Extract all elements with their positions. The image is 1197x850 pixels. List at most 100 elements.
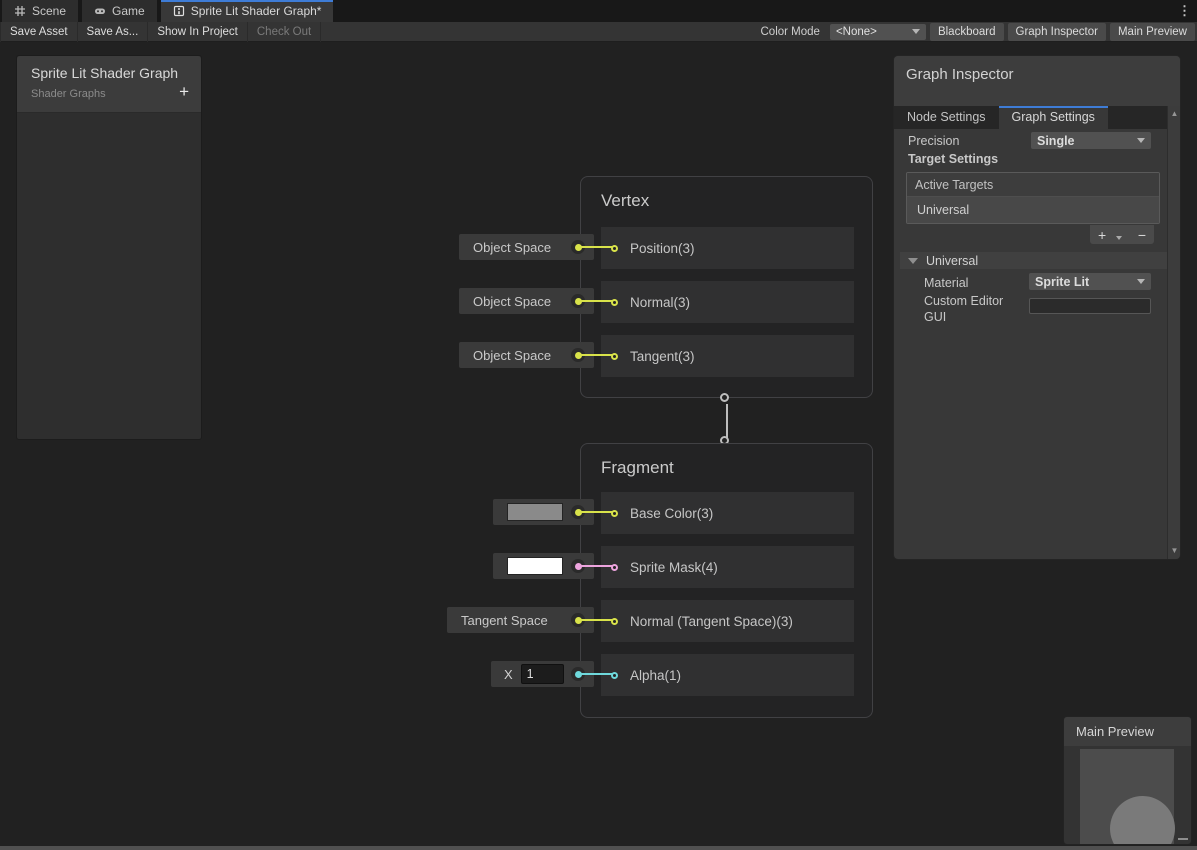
vertex-node[interactable]: Vertex Position(3) Normal(3) Tangent(3): [580, 176, 873, 398]
graph-inspector-panel: Graph Inspector Node Settings Graph Sett…: [893, 55, 1181, 560]
blackboard-header[interactable]: Sprite Lit Shader Graph Shader Graphs +: [17, 56, 201, 113]
normal-ts-space-widget[interactable]: Tangent Space: [447, 607, 594, 633]
alpha-port[interactable]: [611, 672, 618, 679]
edge-sprite-mask: [581, 565, 612, 567]
base-color-slot-label: Base Color(3): [630, 506, 713, 521]
alpha-x-label: X: [504, 667, 513, 682]
foldout-triangle-icon: [908, 258, 918, 264]
position-space-label: Object Space: [473, 240, 551, 255]
fragment-slot-base-color: Base Color(3): [601, 492, 854, 534]
chevron-down-icon: [1137, 138, 1145, 143]
position-port[interactable]: [611, 245, 618, 252]
toolbar-right-group: Color Mode <None> Blackboard Graph Inspe…: [755, 22, 1197, 42]
inspector-scrollbar[interactable]: ▲ ▼: [1167, 106, 1180, 559]
edge-alpha: [581, 673, 612, 675]
base-color-port[interactable]: [611, 510, 618, 517]
normal-ts-slot-label: Normal (Tangent Space)(3): [630, 614, 793, 629]
material-value: Sprite Lit: [1035, 275, 1089, 289]
sprite-mask-slot-label: Sprite Mask(4): [630, 560, 718, 575]
edge-tangent: [581, 354, 612, 356]
active-targets-box: Active Targets Universal: [906, 172, 1160, 224]
color-mode-value: <None>: [836, 26, 877, 38]
position-space-widget[interactable]: Object Space: [459, 234, 594, 260]
tangent-port[interactable]: [611, 353, 618, 360]
sprite-mask-swatch[interactable]: [507, 557, 563, 575]
add-target-button[interactable]: +: [1098, 227, 1106, 243]
tab-scene[interactable]: Scene: [2, 0, 78, 22]
scene-grid-icon: [14, 5, 26, 17]
fragment-node-title: Fragment: [601, 458, 674, 478]
check-out-button: Check Out: [248, 22, 321, 42]
precision-dropdown[interactable]: Single: [1031, 132, 1151, 149]
material-label: Material: [924, 276, 968, 290]
fragment-slot-alpha: Alpha(1): [601, 654, 854, 696]
active-targets-header: Active Targets: [907, 173, 1159, 197]
shader-graph-asset-icon: [173, 5, 185, 17]
graph-inspector-titlebar[interactable]: Graph Inspector: [894, 56, 1180, 106]
target-add-remove-bar: + −: [1090, 225, 1154, 244]
graph-inspector-toggle-button[interactable]: Graph Inspector: [1008, 23, 1106, 41]
color-mode-dropdown[interactable]: <None>: [830, 24, 926, 40]
sprite-mask-port[interactable]: [611, 564, 618, 571]
unity-shader-graph-window: Scene Game Sprite Lit Shader Graph* ⋮ Sa…: [0, 0, 1197, 850]
base-color-widget: [493, 499, 594, 525]
normal-space-widget[interactable]: Object Space: [459, 288, 594, 314]
blackboard-title: Sprite Lit Shader Graph: [31, 65, 178, 81]
sprite-mask-widget: [493, 553, 594, 579]
toolbar-left-group: Save Asset Save As... Show In Project Ch…: [0, 22, 321, 42]
fragment-slot-sprite-mask: Sprite Mask(4): [601, 546, 854, 588]
active-target-row[interactable]: Universal: [907, 197, 1159, 224]
inspector-tab-strip: Node Settings Graph Settings: [894, 106, 1180, 129]
vertex-out-connector[interactable]: [720, 393, 729, 402]
normal-slot-label: Normal(3): [630, 295, 690, 310]
graph-toolbar: Save Asset Save As... Show In Project Ch…: [0, 22, 1197, 42]
main-preview-toggle-button[interactable]: Main Preview: [1110, 23, 1195, 41]
edge-position: [581, 246, 612, 248]
fragment-slot-normal-ts: Normal (Tangent Space)(3): [601, 600, 854, 642]
tab-game[interactable]: Game: [82, 0, 157, 22]
tab-bar: Scene Game Sprite Lit Shader Graph* ⋮: [0, 0, 1197, 22]
scroll-down-icon[interactable]: ▼: [1168, 545, 1181, 557]
save-as-button[interactable]: Save As...: [78, 22, 149, 42]
blackboard-toggle-button[interactable]: Blackboard: [930, 23, 1004, 41]
show-in-project-button[interactable]: Show In Project: [148, 22, 248, 42]
universal-foldout[interactable]: Universal: [900, 252, 1170, 269]
custom-editor-gui-input[interactable]: [1029, 298, 1151, 314]
position-slot-label: Position(3): [630, 241, 695, 256]
tab-shader-graph[interactable]: Sprite Lit Shader Graph*: [161, 0, 334, 22]
add-property-button[interactable]: +: [179, 82, 189, 102]
material-dropdown[interactable]: Sprite Lit: [1029, 273, 1151, 290]
edge-base-color: [581, 511, 612, 513]
alpha-slot-label: Alpha(1): [630, 668, 681, 683]
tangent-space-label: Object Space: [473, 348, 551, 363]
blackboard-subtitle: Shader Graphs: [31, 88, 106, 100]
tab-graph-settings[interactable]: Graph Settings: [999, 106, 1108, 129]
chevron-down-icon: [1137, 279, 1145, 284]
alpha-x-input[interactable]: [521, 664, 564, 684]
window-more-menu-icon[interactable]: ⋮: [1178, 0, 1191, 22]
vertex-slot-normal: Normal(3): [601, 281, 854, 323]
chevron-down-icon: [912, 29, 920, 34]
main-preview-title[interactable]: Main Preview: [1064, 717, 1191, 746]
tangent-space-widget[interactable]: Object Space: [459, 342, 594, 368]
vertex-node-title: Vertex: [601, 191, 649, 211]
blackboard-panel: Sprite Lit Shader Graph Shader Graphs +: [16, 55, 202, 440]
vertex-fragment-edge: [726, 404, 728, 438]
precision-label: Precision: [908, 134, 959, 148]
vertex-slot-position: Position(3): [601, 227, 854, 269]
base-color-swatch[interactable]: [507, 503, 563, 521]
edge-normal: [581, 300, 612, 302]
normal-ts-port[interactable]: [611, 618, 618, 625]
remove-target-button[interactable]: −: [1138, 227, 1146, 243]
scroll-up-icon[interactable]: ▲: [1168, 108, 1181, 120]
tab-node-settings[interactable]: Node Settings: [894, 106, 999, 129]
preview-resize-grip[interactable]: [1178, 838, 1188, 840]
alpha-value-widget: X: [491, 661, 594, 687]
normal-port[interactable]: [611, 299, 618, 306]
tab-shader-graph-label: Sprite Lit Shader Graph*: [191, 4, 322, 18]
save-asset-button[interactable]: Save Asset: [0, 22, 78, 42]
tab-scene-label: Scene: [32, 4, 66, 18]
fragment-node[interactable]: Fragment Base Color(3) Sprite Mask(4) No…: [580, 443, 873, 718]
preview-render-area: [1080, 749, 1174, 845]
tab-game-label: Game: [112, 4, 145, 18]
